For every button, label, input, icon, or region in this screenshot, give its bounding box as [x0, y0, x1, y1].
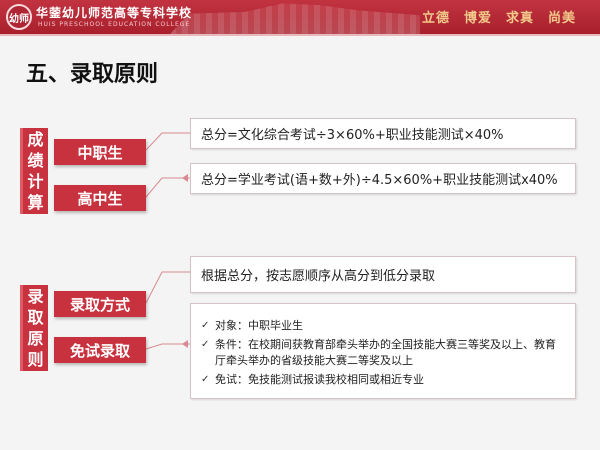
formula-vocational: 总分=文化综合考试÷3×60%+职业技能测试×40% [190, 118, 576, 149]
list-item-text: 条件：在校期间获教育部牵头举办的全国技能大赛三等奖及以上、教育厅牵头举办的省级技… [215, 338, 556, 367]
section-label-admission-principles: 录 取 原 则 [20, 285, 48, 371]
check-icon: ✓ [201, 374, 210, 385]
section-label-char: 成 [27, 130, 44, 149]
list-item: ✓ 对象：中职毕业生 [201, 318, 565, 334]
section-label-score-calc: 成 绩 计 算 [20, 128, 48, 214]
exam-exempt-details: ✓ 对象：中职毕业生 ✓ 条件：在校期间获教育部牵头举办的全国技能大赛三等奖及以… [190, 303, 576, 399]
tag-admission-method: 录取方式 [54, 291, 146, 317]
section-label-char: 录 [27, 287, 44, 306]
list-item-text: 对象：中职毕业生 [215, 319, 303, 332]
section-label-char: 原 [27, 329, 44, 348]
admission-method-text: 根据总分，按志愿顺序从高分到低分录取 [190, 256, 576, 293]
section-label-char: 算 [27, 193, 44, 212]
section-label-char: 则 [27, 350, 44, 369]
list-item: ✓ 条件：在校期间获教育部牵头举办的全国技能大赛三等奖及以上、教育厅牵头举办的省… [201, 337, 565, 369]
tag-vocational-student: 中职生 [54, 139, 146, 165]
check-icon: ✓ [201, 339, 210, 350]
tag-exam-exempt-admission: 免试录取 [54, 337, 146, 363]
section-label-char: 取 [27, 308, 44, 327]
section-label-char: 计 [27, 172, 44, 191]
formula-high-school: 总分=学业考试(语+数+外)÷4.5×60%+职业技能测试x40% [190, 163, 576, 194]
list-item-text: 免试：免技能测试报读我校相同或相近专业 [215, 373, 424, 386]
check-icon: ✓ [201, 320, 210, 331]
list-item: ✓ 免试：免技能测试报读我校相同或相近专业 [201, 372, 565, 388]
section-label-char: 绩 [27, 151, 44, 170]
tag-high-school-student: 高中生 [54, 185, 146, 211]
